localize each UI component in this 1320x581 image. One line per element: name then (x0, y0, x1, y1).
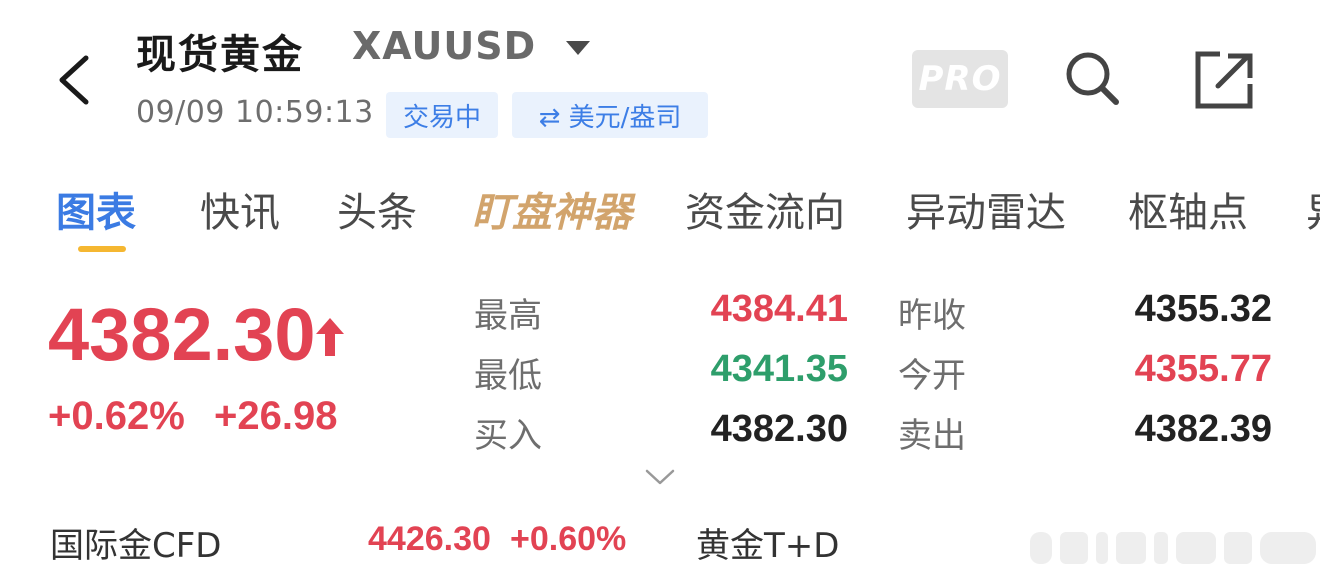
open-label: 今开 (898, 356, 966, 396)
prev-close-label: 昨收 (898, 296, 966, 336)
tab-pivot-points[interactable]: 枢轴点 (1128, 180, 1248, 238)
watermark-logo (1030, 528, 1320, 568)
active-tab-indicator (78, 246, 126, 252)
share-button[interactable] (1194, 48, 1256, 110)
quote-timestamp: 09/09 10:59:13 (136, 95, 374, 130)
search-icon (1066, 52, 1119, 105)
ask-label: 卖出 (898, 416, 966, 456)
change-amount: +26.98 (214, 394, 338, 438)
tab-anomaly-radar[interactable]: 异动雷达 (906, 180, 1066, 238)
expand-button[interactable] (644, 466, 676, 488)
last-price: 4382.30 (48, 293, 316, 376)
low-value: 4341.35 (710, 348, 848, 390)
prev-close-value: 4355.32 (1134, 288, 1272, 330)
chevron-down-icon (645, 469, 675, 485)
bid-value: 4382.30 (710, 408, 848, 450)
bid-label: 买入 (474, 416, 542, 456)
caret-down-icon[interactable] (565, 38, 591, 58)
low-label: 最低 (474, 356, 542, 396)
instrument-title: 现货黄金 (136, 32, 304, 78)
high-label: 最高 (474, 296, 542, 336)
high-value: 4384.41 (710, 288, 848, 330)
tab-fund-flow[interactable]: 资金流向 (685, 180, 845, 238)
open-value: 4355.77 (1134, 348, 1272, 390)
ticker-cfd-price: 4426.30 (368, 520, 491, 558)
instrument-symbol[interactable]: XAUUSD (352, 24, 536, 68)
unit-toggle[interactable]: ⇄ 美元/盎司 (512, 92, 708, 138)
trading-status-badge: 交易中 (386, 92, 498, 138)
search-button[interactable] (1062, 48, 1122, 108)
pro-button[interactable]: PRO (912, 50, 1008, 108)
ask-value: 4382.39 (1134, 408, 1272, 450)
tab-chart[interactable]: 图表 (56, 180, 136, 238)
tab-flash-news[interactable]: 快讯 (200, 180, 280, 238)
arrow-up-icon (314, 316, 346, 358)
tab-watch-tool[interactable]: 盯盘神器 (472, 180, 632, 238)
tab-more[interactable]: 异 (1306, 180, 1320, 238)
ticker-cfd-change: +0.60% (510, 520, 627, 558)
share-external-icon (1195, 51, 1253, 109)
ticker-td-name[interactable]: 黄金T+D (696, 518, 839, 567)
change-percent: +0.62% (48, 394, 185, 438)
tab-headlines[interactable]: 头条 (337, 180, 417, 238)
ticker-cfd-name[interactable]: 国际金CFD (50, 518, 221, 567)
back-button[interactable] (50, 50, 100, 110)
chevron-left-icon (59, 55, 89, 105)
